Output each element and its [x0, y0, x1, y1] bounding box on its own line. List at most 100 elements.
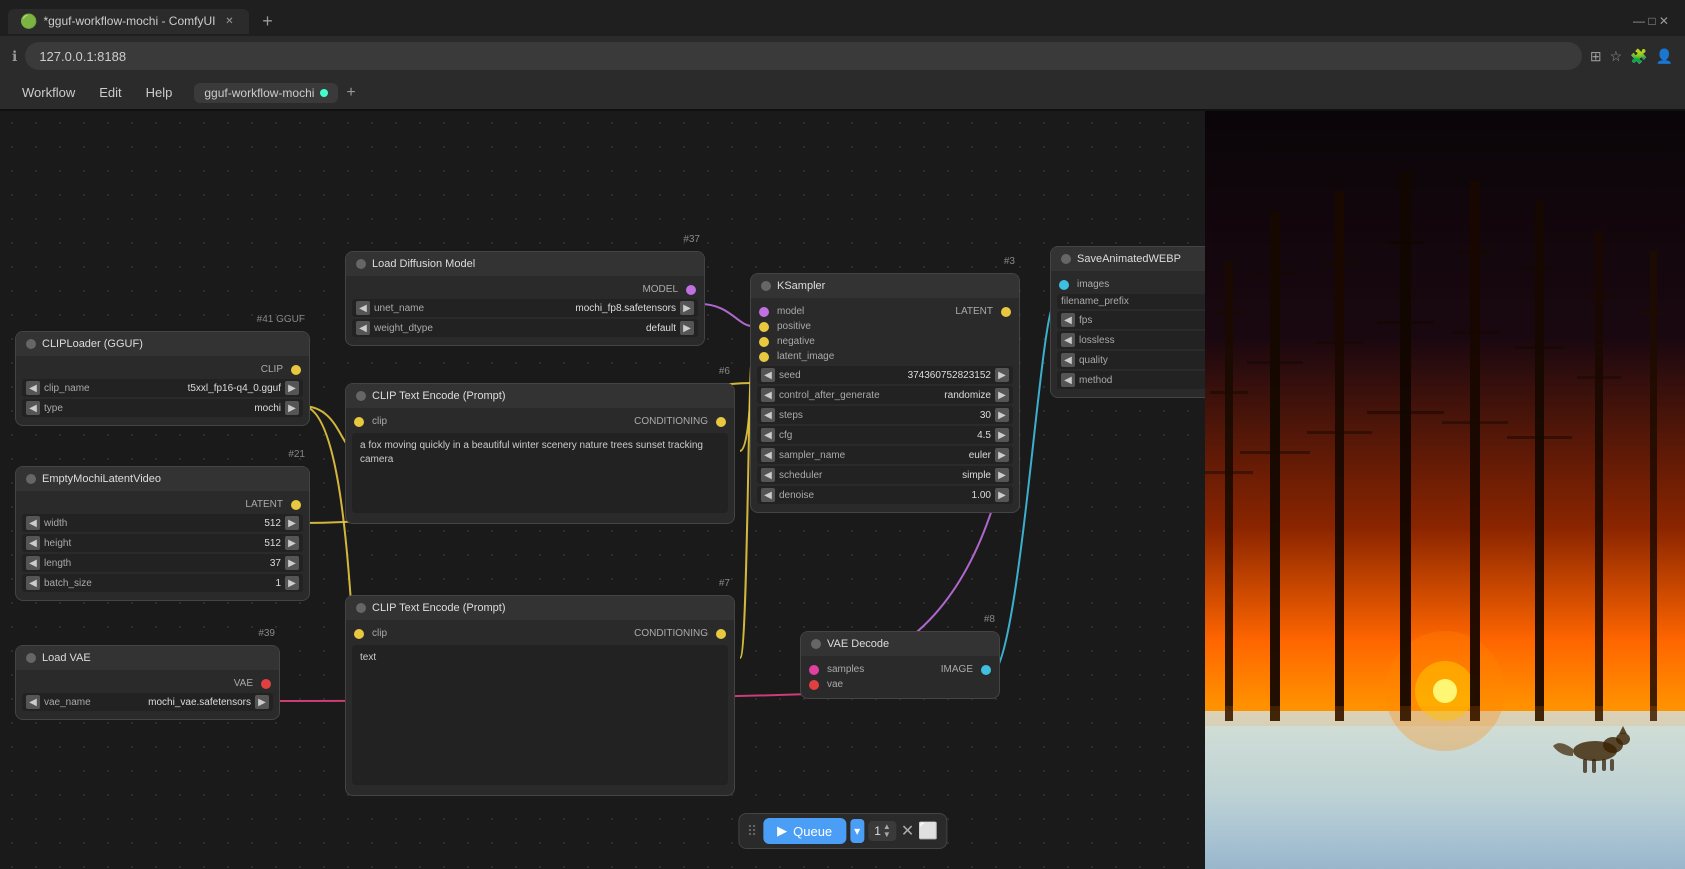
- unet-name-left[interactable]: ◀: [356, 301, 370, 315]
- bookmark-icon[interactable]: ☆: [1610, 48, 1623, 65]
- vae-output-port[interactable]: [261, 679, 271, 689]
- ksampler-pos-port[interactable]: [759, 322, 769, 332]
- clip-neg-text-area[interactable]: text: [352, 645, 728, 785]
- images-input-port[interactable]: [1059, 280, 1069, 290]
- node-id-39: #39: [258, 628, 275, 639]
- unet-name-value: mochi_fp8.safetensors: [575, 303, 676, 314]
- clip-text-pos-node: #6 CLIP Text Encode (Prompt) clip CONDIT…: [345, 383, 735, 524]
- image-output-port[interactable]: [981, 665, 991, 675]
- workflow-menu[interactable]: Workflow: [12, 82, 85, 103]
- length-left[interactable]: ◀: [26, 556, 40, 570]
- fps-left[interactable]: ◀: [1061, 313, 1075, 327]
- extensions-icon[interactable]: 🧩: [1630, 48, 1647, 65]
- workflow-tab[interactable]: gguf-workflow-mochi: [194, 83, 338, 103]
- vae-input-port[interactable]: [809, 680, 819, 690]
- queue-dropdown-button[interactable]: ▾: [850, 819, 864, 843]
- new-tab-button[interactable]: +: [253, 7, 281, 35]
- seed-row: ◀ seed 374360752823152 ▶: [757, 366, 1013, 384]
- cfg-left[interactable]: ◀: [761, 428, 775, 442]
- samples-port[interactable]: [809, 665, 819, 675]
- length-row: ◀ length 37 ▶: [22, 554, 303, 572]
- method-left[interactable]: ◀: [1061, 373, 1075, 387]
- scheduler-right[interactable]: ▶: [995, 468, 1009, 482]
- browser-tab[interactable]: 🟢 *gguf-workflow-mochi - ComfyUI ✕: [8, 9, 249, 34]
- batch-right[interactable]: ▶: [285, 576, 299, 590]
- seed-right[interactable]: ▶: [995, 368, 1009, 382]
- denoise-right[interactable]: ▶: [995, 488, 1009, 502]
- steps-row: ◀ steps 30 ▶: [757, 406, 1013, 424]
- workflow-canvas[interactable]: #41 GGUF CLIPLoader (GGUF) CLIP ◀ clip_n…: [0, 111, 1685, 869]
- node-active-dot3: [26, 653, 36, 663]
- control-right[interactable]: ▶: [995, 388, 1009, 402]
- queue-count-down[interactable]: ▼: [883, 831, 891, 839]
- clip-neg-input-port[interactable]: [354, 629, 364, 639]
- clip-name-right[interactable]: ▶: [285, 381, 299, 395]
- height-value: 512: [264, 538, 281, 549]
- batch-left[interactable]: ◀: [26, 576, 40, 590]
- vae-output-label: VAE: [24, 678, 253, 689]
- vae-name-left[interactable]: ◀: [26, 695, 40, 709]
- tab-bar: 🟢 *gguf-workflow-mochi - ComfyUI ✕ + — □…: [0, 0, 1685, 36]
- sampler-right[interactable]: ▶: [995, 448, 1009, 462]
- ksampler-latent-port[interactable]: [1001, 307, 1011, 317]
- seed-label: seed: [779, 370, 904, 381]
- clip-pos-text-area[interactable]: a fox moving quickly in a beautiful wint…: [352, 433, 728, 513]
- ksampler-latent-image-port[interactable]: [759, 352, 769, 362]
- clip-name-left[interactable]: ◀: [26, 381, 40, 395]
- seed-left[interactable]: ◀: [761, 368, 775, 382]
- reader-mode-icon[interactable]: ⊞: [1590, 48, 1602, 65]
- vae-decode-body: samples IMAGE vae: [801, 656, 999, 698]
- clip-output-port[interactable]: [291, 365, 301, 375]
- height-left[interactable]: ◀: [26, 536, 40, 550]
- width-right[interactable]: ▶: [285, 516, 299, 530]
- ksampler-model-port[interactable]: [759, 307, 769, 317]
- length-right[interactable]: ▶: [285, 556, 299, 570]
- edit-menu[interactable]: Edit: [89, 82, 131, 103]
- help-menu[interactable]: Help: [136, 82, 183, 103]
- clip-type-right[interactable]: ▶: [285, 401, 299, 415]
- tab-close-button[interactable]: ✕: [221, 13, 237, 29]
- length-value: 37: [270, 558, 281, 569]
- vae-name-value: mochi_vae.safetensors: [148, 697, 251, 708]
- denoise-left[interactable]: ◀: [761, 488, 775, 502]
- weight-right[interactable]: ▶: [680, 321, 694, 335]
- load-diffusion-node: #37 Load Diffusion Model MODEL ◀ unet_na…: [345, 251, 705, 346]
- height-right[interactable]: ▶: [285, 536, 299, 550]
- lossless-left[interactable]: ◀: [1061, 333, 1075, 347]
- conditioning-pos-port[interactable]: [716, 417, 726, 427]
- ksampler-body: model LATENT positive negative latent_: [751, 298, 1019, 512]
- cfg-right[interactable]: ▶: [995, 428, 1009, 442]
- node-active-dot7: [761, 281, 771, 291]
- profile-icon[interactable]: 👤: [1656, 48, 1673, 65]
- drag-handle: ⠿: [747, 823, 757, 840]
- node-active-dot5: [356, 391, 366, 401]
- model-output-port[interactable]: [686, 285, 696, 295]
- sampler-left[interactable]: ◀: [761, 448, 775, 462]
- latent-output-port[interactable]: [291, 500, 301, 510]
- queue-stepper[interactable]: ▲ ▼: [883, 823, 891, 839]
- clip-output-label: CLIP: [24, 364, 283, 375]
- width-left[interactable]: ◀: [26, 516, 40, 530]
- scheduler-left[interactable]: ◀: [761, 468, 775, 482]
- clip-loader-node: #41 GGUF CLIPLoader (GGUF) CLIP ◀ clip_n…: [15, 331, 310, 426]
- weight-left[interactable]: ◀: [356, 321, 370, 335]
- steps-left[interactable]: ◀: [761, 408, 775, 422]
- quality-left[interactable]: ◀: [1061, 353, 1075, 367]
- add-workflow-tab[interactable]: +: [346, 84, 355, 102]
- url-input[interactable]: [25, 42, 1582, 70]
- queue-cancel-button[interactable]: ✕: [901, 821, 914, 841]
- node-active-dot2: [26, 474, 36, 484]
- queue-toolbar: ⠿ ▶ Queue ▾ 1 ▲ ▼ ✕ ⬜: [738, 813, 947, 849]
- ksampler-neg-port[interactable]: [759, 337, 769, 347]
- vae-name-right[interactable]: ▶: [255, 695, 269, 709]
- control-left[interactable]: ◀: [761, 388, 775, 402]
- queue-expand-button[interactable]: ⬜: [918, 821, 938, 841]
- unet-name-right[interactable]: ▶: [680, 301, 694, 315]
- clip-pos-input-port[interactable]: [354, 417, 364, 427]
- steps-right[interactable]: ▶: [995, 408, 1009, 422]
- queue-button[interactable]: ▶ Queue: [763, 818, 846, 844]
- clip-type-left[interactable]: ◀: [26, 401, 40, 415]
- denoise-value: 1.00: [972, 490, 991, 501]
- conditioning-neg-port[interactable]: [716, 629, 726, 639]
- info-icon[interactable]: ℹ: [12, 48, 17, 65]
